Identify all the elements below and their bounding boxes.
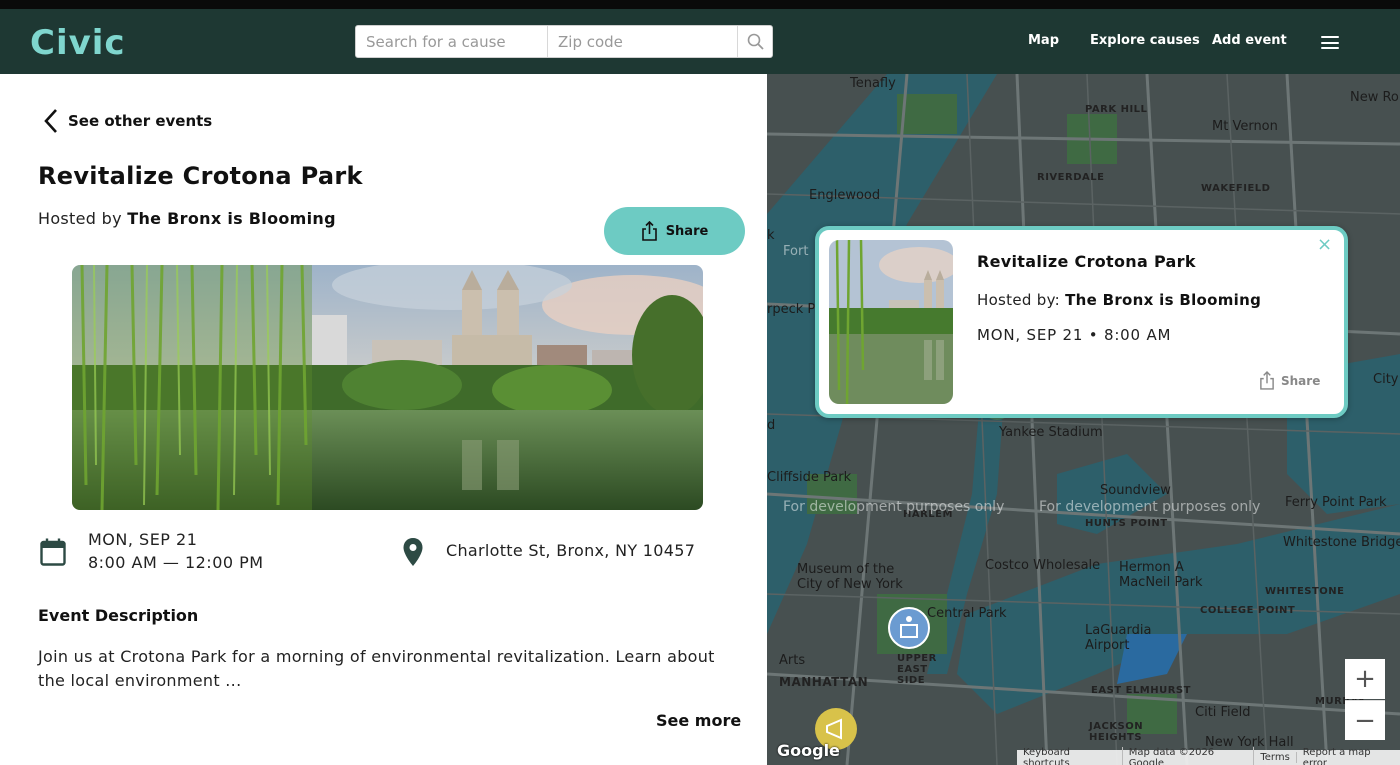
location-pin-icon	[402, 537, 424, 571]
event-description: Join us at Crotona Park for a morning of…	[38, 647, 715, 690]
see-more-link[interactable]: See more	[656, 711, 741, 730]
map-label: Ferry Point Park	[1285, 495, 1387, 510]
civic-logo[interactable]: Civic	[30, 23, 126, 63]
map-label: WAKEFIELD	[1201, 183, 1271, 194]
share-button[interactable]: Share	[604, 207, 745, 255]
search-bar	[355, 25, 773, 58]
map-label: Museum of the City of New York	[797, 562, 903, 592]
hosted-prefix: Hosted by	[38, 209, 122, 228]
map-label: d	[767, 418, 776, 433]
app-header: Civic Map Explore causes Add event	[0, 9, 1400, 74]
popup-event-image	[829, 240, 953, 404]
event-marker[interactable]	[888, 607, 930, 649]
map-label: Mt Vernon	[1212, 119, 1278, 134]
search-button[interactable]	[738, 26, 772, 57]
map-label: EAST ELMHURST	[1091, 685, 1191, 696]
map-label: Whitestone Bridge	[1283, 535, 1400, 550]
map-label: Hermon A MacNeil Park	[1119, 560, 1203, 590]
event-host: Hosted by The Bronx is Blooming	[38, 209, 336, 228]
popup-title[interactable]: Revitalize Crotona Park	[977, 252, 1196, 271]
event-time: 8:00 AM — 12:00 PM	[88, 553, 264, 572]
map-data-credit: Map data ©2026 Google	[1123, 746, 1255, 765]
dev-watermark: For development purposes only	[783, 499, 1005, 515]
map-label: k	[767, 228, 775, 243]
nav-add-event[interactable]: Add event	[1212, 33, 1287, 48]
map-label: Englewood	[809, 188, 881, 203]
calendar-icon	[40, 538, 66, 570]
map-label: JACKSON HEIGHTS	[1089, 721, 1144, 743]
map-label: City Is	[1373, 372, 1400, 387]
map-label: WHITESTONE	[1265, 586, 1345, 597]
map-label: Tenafly	[850, 76, 896, 91]
popup-share-label: Share	[1281, 373, 1321, 388]
zoom-out-button[interactable]: −	[1345, 700, 1385, 740]
map-label: Yankee Stadium	[999, 425, 1103, 440]
terms-link[interactable]: Terms	[1254, 752, 1297, 763]
map-view[interactable]: Tenafly New Ro PARK HILL Mt Vernon RIVER…	[767, 74, 1400, 765]
event-date: MON, SEP 21	[88, 530, 198, 549]
google-logo: Google	[777, 741, 840, 760]
share-icon	[1260, 371, 1274, 390]
back-link[interactable]: See other events	[42, 108, 212, 134]
map-label: UPPER EAST SIDE	[897, 653, 937, 686]
map-label: Cliffside Park	[767, 470, 852, 485]
map-label: PARK HILL	[1085, 104, 1148, 115]
report-map-error-link[interactable]: Report a map error	[1297, 747, 1400, 765]
popup-datetime: MON, SEP 21 • 8:00 AM	[977, 326, 1172, 344]
map-label: Citi Field	[1195, 705, 1251, 720]
map-attribution: Keyboard shortcuts Map data ©2026 Google…	[1017, 746, 1400, 765]
map-label: LaGuardia Airport	[1085, 623, 1152, 653]
popup-hosted-prefix: Hosted by:	[977, 291, 1061, 309]
map-label: Soundview	[1100, 483, 1171, 498]
event-popup: Revitalize Crotona Park Hosted by: The B…	[815, 226, 1348, 418]
hamburger-menu-icon[interactable]	[1321, 36, 1339, 49]
keyboard-shortcuts-link[interactable]: Keyboard shortcuts	[1017, 746, 1123, 765]
popup-share-button[interactable]: Share	[1259, 371, 1320, 390]
event-address: Charlotte St, Bronx, NY 10457	[446, 541, 696, 560]
map-label: Central Park	[927, 606, 1007, 621]
podium-icon	[900, 616, 918, 638]
chevron-left-icon	[44, 109, 57, 133]
zip-code-input[interactable]	[548, 26, 738, 57]
cause-search-input[interactable]	[356, 26, 548, 57]
nav-map[interactable]: Map	[1028, 33, 1059, 48]
share-icon	[641, 221, 657, 241]
share-button-label: Share	[665, 223, 709, 239]
nav-explore-causes[interactable]: Explore causes	[1090, 33, 1200, 48]
map-label: COLLEGE POINT	[1200, 605, 1296, 616]
event-title: Revitalize Crotona Park	[38, 162, 363, 190]
map-label: RIVERDALE	[1037, 172, 1105, 183]
back-link-label: See other events	[68, 112, 213, 130]
search-icon	[747, 33, 764, 50]
popup-host-name: The Bronx is Blooming	[1065, 291, 1262, 309]
zoom-in-button[interactable]: +	[1345, 659, 1385, 699]
map-label: Arts	[779, 653, 806, 668]
map-label: HUNTS POINT	[1085, 518, 1168, 529]
browser-top-strip	[0, 0, 1400, 9]
map-label: New Ro	[1350, 90, 1399, 105]
event-hero-image	[72, 265, 703, 510]
dev-watermark: For development purposes only	[1039, 499, 1261, 515]
map-label: MANHATTAN	[779, 675, 869, 689]
host-name[interactable]: The Bronx is Blooming	[127, 209, 336, 228]
event-detail-panel: See other events Revitalize Crotona Park…	[0, 74, 767, 765]
map-label: Costco Wholesale	[985, 558, 1101, 573]
description-heading: Event Description	[38, 606, 199, 625]
map-label: Fort	[783, 244, 809, 259]
popup-host: Hosted by: The Bronx is Blooming	[977, 291, 1261, 309]
close-icon[interactable]: ×	[1317, 234, 1332, 255]
